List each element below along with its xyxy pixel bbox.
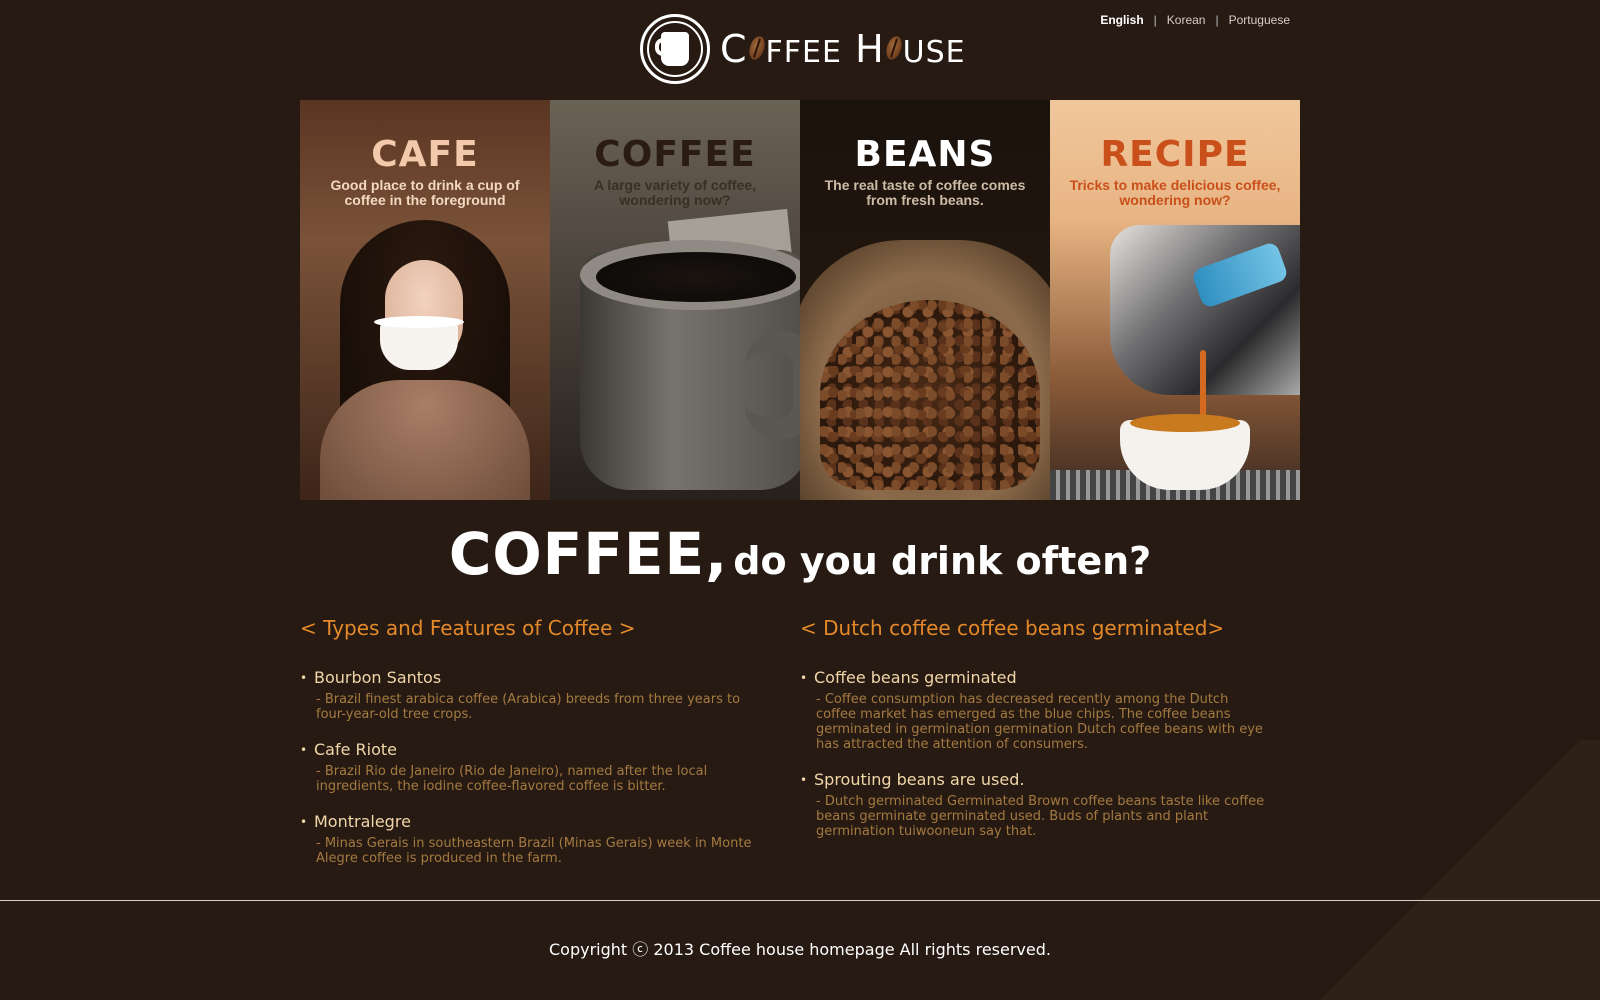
panel-subtitle: Good place to drink a cup of coffee in t…	[330, 177, 520, 208]
bullet-icon: •	[300, 670, 308, 685]
coffee-bean-icon	[746, 34, 767, 62]
panel-title: COFFEE	[594, 134, 756, 175]
item-description: - Minas Gerais in southeastern Brazil (M…	[316, 836, 752, 866]
panel-subtitle: The real taste of coffee comes from fres…	[824, 177, 1026, 208]
bullet-icon: •	[800, 772, 808, 787]
background-diagonal	[1300, 740, 1600, 1000]
feature-panels: CAFE Good place to drink a cup of coffee…	[300, 100, 1300, 500]
list-item: • Coffee beans germinated - Coffee consum…	[800, 668, 1270, 752]
list-item: • Sprouting beans are used. - Dutch germi…	[800, 770, 1270, 839]
language-switcher: English | Korean | Portuguese	[1100, 13, 1290, 27]
section-heading: < Types and Features of Coffee >	[300, 616, 636, 640]
list-item: • Cafe Riote - Brazil Rio de Janeiro (Rio…	[300, 740, 770, 794]
item-title: Bourbon Santos	[314, 668, 442, 687]
bean-pile-image	[820, 300, 1040, 490]
logo-letters: FFEE	[765, 35, 842, 70]
item-title-row: • Coffee beans germinated	[800, 668, 1270, 687]
footer-copyright: Copyright ⓒ 2013 Coffee house homepage A…	[549, 940, 1051, 959]
item-description: - Brazil Rio de Janeiro (Rio de Janeiro)…	[316, 764, 708, 794]
logo-letter: H	[855, 27, 885, 71]
panel-coffee[interactable]: COFFEE A large variety of coffee, wonder…	[550, 100, 800, 500]
mug-handle-image	[745, 330, 800, 440]
item-description: - Dutch germinated Germinated Brown coff…	[816, 794, 1265, 839]
panel-title: RECIPE	[1100, 134, 1250, 175]
item-description: - Brazil finest arabica coffee (Arabica)…	[316, 692, 741, 722]
panel-recipe[interactable]: RECIPE Tricks to make delicious coffee, …	[1050, 100, 1300, 500]
panel-cafe[interactable]: CAFE Good place to drink a cup of coffee…	[300, 100, 550, 500]
lang-separator: |	[1215, 13, 1219, 27]
item-title-row: • Sprouting beans are used.	[800, 770, 1270, 789]
header: C FFEE H USE English | Korean | Portuguese	[0, 0, 1600, 100]
headline-small: do you drink often?	[733, 539, 1152, 583]
teacup-rim-image	[374, 316, 464, 328]
item-title-row: • Bourbon Santos	[300, 668, 770, 687]
item-title-row: • Cafe Riote	[300, 740, 770, 759]
woman-body-image	[320, 380, 530, 500]
logo-letters: USE	[902, 35, 966, 70]
page-headline: COFFEE, do you drink often?	[0, 520, 1600, 588]
panel-subtitle: A large variety of coffee, wondering now…	[593, 177, 757, 208]
logo-text: C FFEE H USE	[720, 27, 966, 71]
bullet-icon: •	[300, 742, 308, 757]
lang-separator: |	[1153, 13, 1157, 27]
panel-beans[interactable]: BEANS The real taste of coffee comes fro…	[800, 100, 1050, 500]
types-section: < Types and Features of Coffee > • Bourbo…	[300, 616, 770, 884]
item-title: Cafe Riote	[314, 740, 398, 759]
section-heading: < Dutch coffee coffee beans germinated>	[800, 616, 1225, 640]
list-item: • Montralegre - Minas Gerais in southeast…	[300, 812, 770, 866]
logo-letter: C	[720, 27, 748, 71]
espresso-image	[1130, 414, 1240, 432]
bullet-icon: •	[800, 670, 808, 685]
teacup-image	[380, 322, 458, 370]
headline-big: COFFEE,	[448, 520, 729, 588]
panel-subtitle: Tricks to make delicious coffee, wonderi…	[1069, 177, 1281, 208]
item-title-row: • Montralegre	[300, 812, 770, 831]
panel-title: CAFE	[371, 134, 479, 175]
germinated-section: < Dutch coffee coffee beans germinated> …	[800, 616, 1270, 857]
footer-divider	[0, 900, 1600, 901]
lang-korean[interactable]: Korean	[1167, 13, 1206, 27]
list-item: • Bourbon Santos - Brazil finest arabica …	[300, 668, 770, 722]
logo[interactable]: C FFEE H USE	[640, 14, 966, 84]
coffee-cup-icon	[640, 14, 710, 84]
item-description: - Coffee consumption has decreased recen…	[816, 692, 1263, 752]
mug-coffee-image	[596, 252, 796, 302]
item-title: Sprouting beans are used.	[814, 770, 1025, 789]
bullet-icon: •	[300, 814, 308, 829]
coffee-bean-icon	[883, 34, 905, 62]
panel-title: BEANS	[854, 134, 996, 175]
item-title: Coffee beans germinated	[814, 668, 1017, 687]
item-title: Montralegre	[314, 812, 411, 831]
lang-english[interactable]: English	[1100, 13, 1143, 27]
lang-portuguese[interactable]: Portuguese	[1229, 13, 1290, 27]
